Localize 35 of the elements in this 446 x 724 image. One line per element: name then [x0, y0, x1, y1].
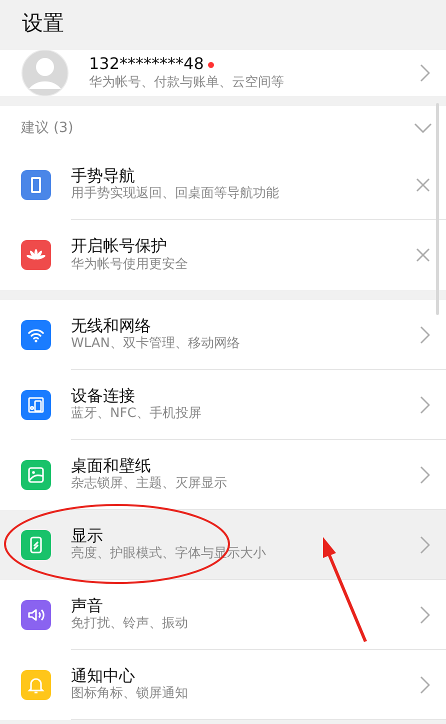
- item-title: 显示: [71, 526, 104, 546]
- settings-item[interactable]: 设备连接 蓝牙、NFC、手机投屏: [0, 370, 446, 440]
- item-title: 桌面和壁纸: [71, 456, 152, 476]
- item-subtitle: 用手势实现返回、回桌面等导航功能: [71, 186, 280, 204]
- item-title: 设备连接: [71, 386, 136, 406]
- chevron-right-icon: [420, 606, 430, 624]
- item-subtitle: 图标角标、锁屏通知: [71, 686, 189, 704]
- account-subtitle: 华为帐号、付款与账单、云空间等: [89, 74, 285, 92]
- item-subtitle: WLAN、双卡管理、移动网络: [71, 336, 242, 354]
- section-header: 建议 (3): [21, 118, 74, 138]
- chevron-right-icon: [420, 326, 430, 344]
- close-icon[interactable]: [416, 178, 430, 192]
- item-title: 通知中心: [71, 666, 136, 686]
- item-subtitle: 华为帐号使用更安全: [71, 256, 189, 274]
- close-icon[interactable]: [416, 248, 430, 262]
- chevron-right-icon: [420, 64, 430, 82]
- item-title: 手势导航: [71, 166, 136, 186]
- account-row[interactable]: 132********48 华为帐号、付款与账单、云空间等: [0, 50, 446, 96]
- item-subtitle: 蓝牙、NFC、手机投屏: [71, 406, 202, 424]
- item-subtitle: 杂志锁屏、主题、灭屏显示: [71, 476, 228, 494]
- settings-item[interactable]: 开启帐号保护 华为帐号使用更安全: [0, 220, 446, 290]
- settings-item[interactable]: 通知中心 图标角标、锁屏通知: [0, 650, 446, 720]
- item-subtitle: 免打扰、铃声、振动: [71, 616, 189, 634]
- settings-item[interactable]: 无线和网络 WLAN、双卡管理、移动网络: [0, 300, 446, 370]
- collapse-chevron-icon[interactable]: [414, 123, 432, 133]
- chevron-right-icon: [420, 466, 430, 484]
- avatar-icon: [21, 50, 69, 96]
- account-name: 132********48: [89, 54, 204, 75]
- chevron-right-icon: [420, 676, 430, 694]
- item-title: 开启帐号保护: [71, 236, 168, 257]
- chevron-right-icon: [420, 536, 430, 554]
- chevron-right-icon: [420, 396, 430, 414]
- item-title: 声音: [71, 596, 104, 616]
- item-title: 无线和网络: [71, 316, 152, 336]
- page-title: 设置: [21, 10, 65, 37]
